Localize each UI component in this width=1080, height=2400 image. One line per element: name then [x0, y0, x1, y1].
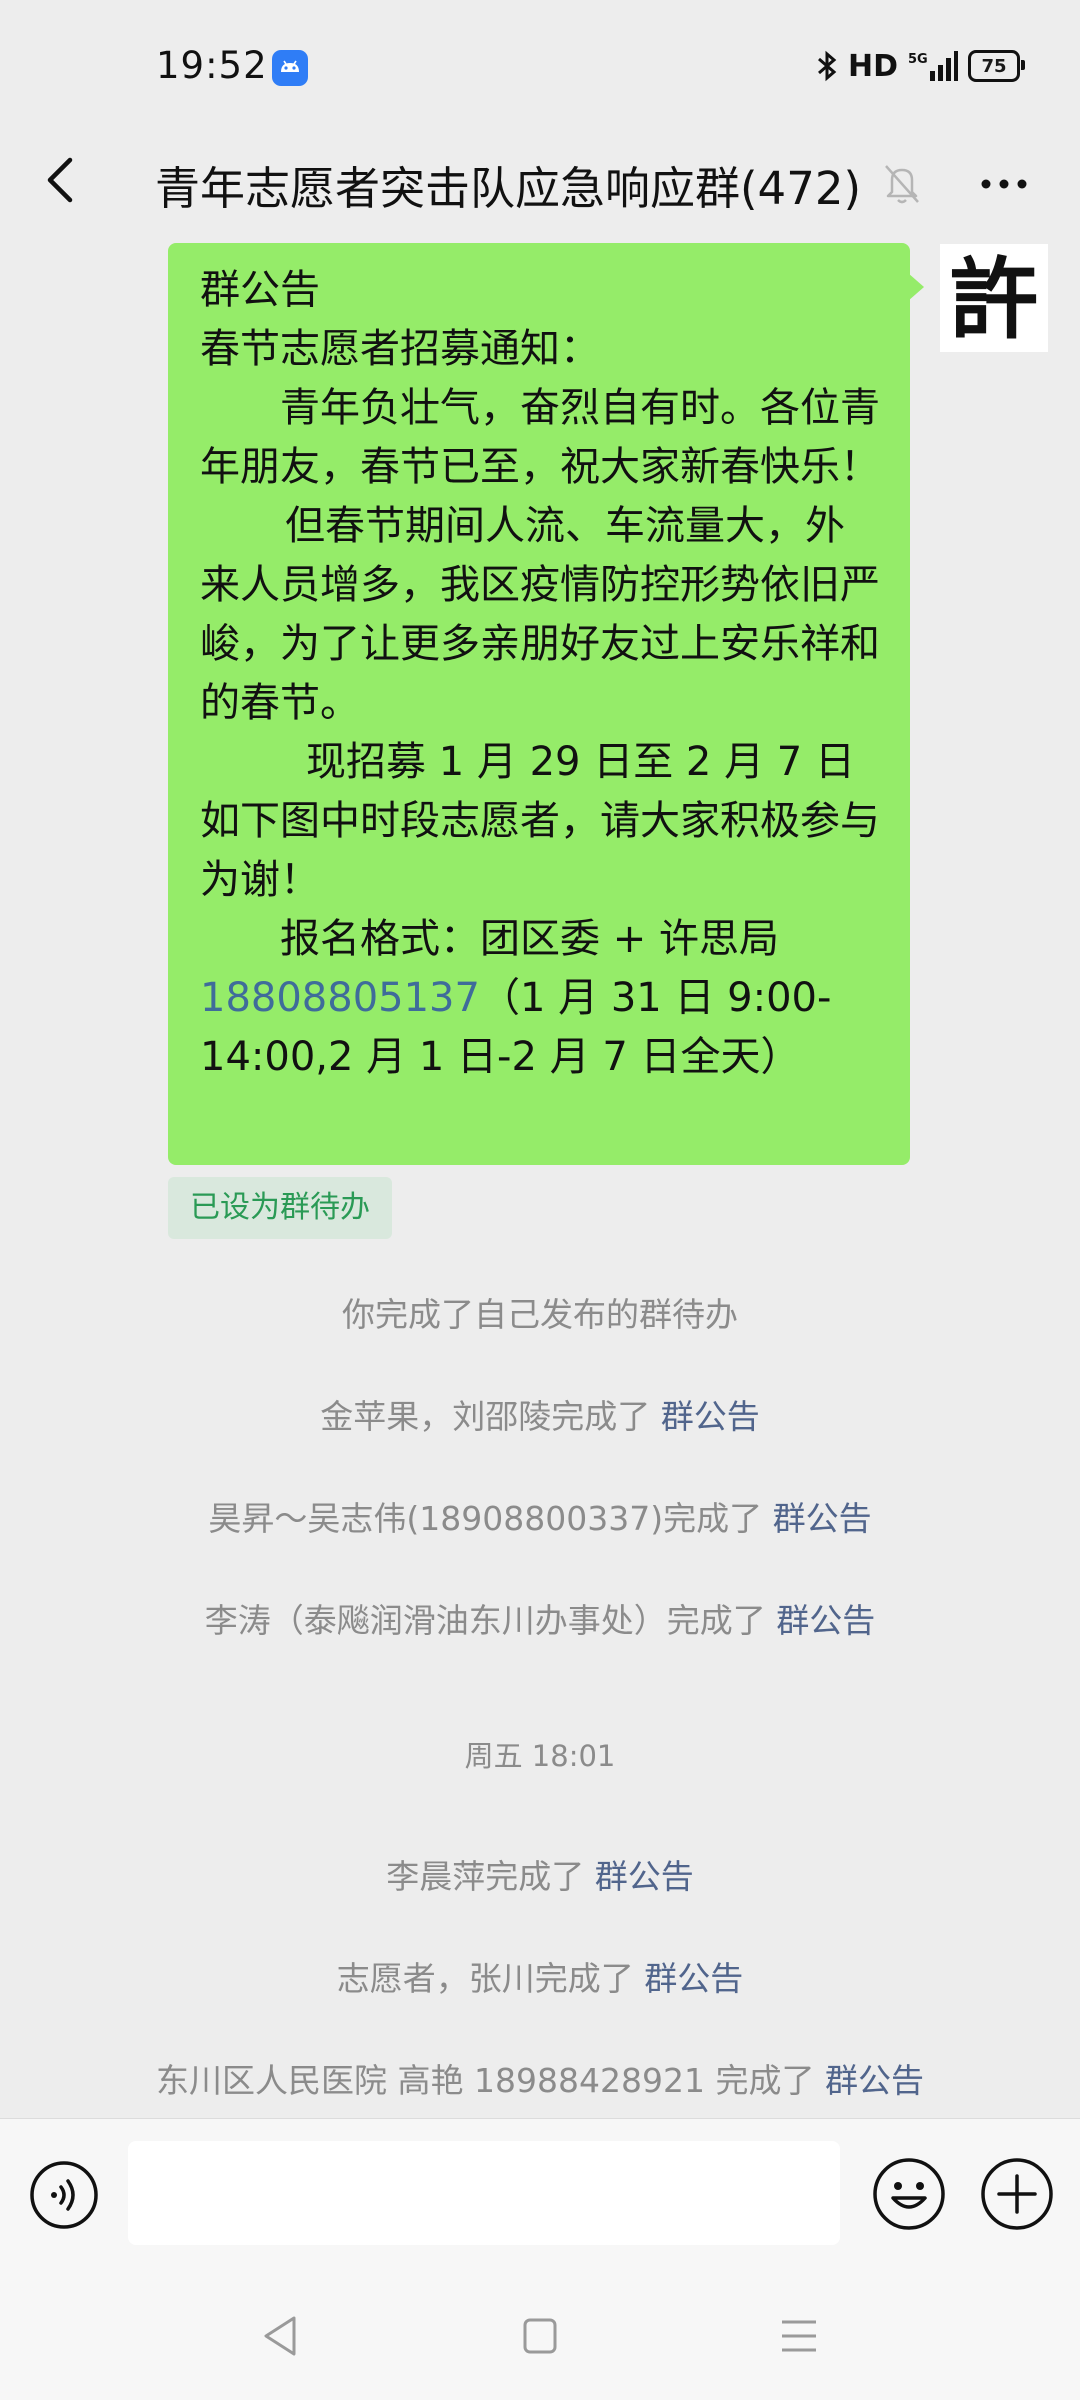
announcement-message-bubble[interactable]: 群公告 春节志愿者招募通知： 青年负壮气，奋烈自有时。各位青年朋友，春节已至，祝…: [168, 243, 924, 1165]
more-options-icon[interactable]: [974, 154, 1034, 214]
add-attachment-icon[interactable]: [979, 2156, 1055, 2232]
bubble-tail: [908, 273, 924, 301]
system-message: 李涛（泰飚润滑油东川办事处）完成了 群公告: [204, 1601, 876, 1640]
battery-level: 75: [981, 55, 1007, 77]
input-bar: [0, 2118, 1080, 2277]
announcement-link[interactable]: 群公告: [595, 1857, 694, 1896]
announcement-link[interactable]: 群公告: [773, 1499, 872, 1538]
system-message: 昊昇～吴志伟(18908800337)完成了 群公告: [208, 1499, 872, 1538]
announcement-paragraph: 青年负壮气，奋烈自有时。各位青年朋友，春节已至，祝大家新春快乐！: [200, 385, 880, 490]
announcement-paragraph: 报名格式：团区委 + 许思局 18808805137（1 月 31 日 9:00…: [200, 910, 882, 1087]
group-todo-tag[interactable]: 已设为群待办: [168, 1177, 392, 1239]
system-navigation-bar: [0, 2276, 1080, 2400]
system-message: 东川区人民医院 高艳 18988428921 完成了 群公告: [156, 2061, 924, 2100]
registration-format: 报名格式：团区委 + 许思局: [280, 916, 779, 962]
announcement-paragraph: 但春节期间人流、车流量大，外来人员增多，我区疫情防控形势依旧严峻，为了让更多亲朋…: [200, 503, 880, 726]
system-message: 金苹果，刘邵陵完成了 群公告: [320, 1397, 760, 1436]
app-notification-icon: [272, 50, 308, 86]
svg-text:5G: 5G: [908, 52, 928, 67]
chat-title: 青年志愿者突击队应急响应群(472): [155, 162, 862, 215]
announcement-subheading: 春节志愿者招募通知：: [200, 326, 600, 372]
system-message: 你完成了自己发布的群待办: [342, 1295, 738, 1334]
avatar-glyph: 許: [950, 247, 1038, 351]
announcement-link[interactable]: 群公告: [644, 1959, 743, 1998]
back-icon[interactable]: [32, 150, 92, 210]
bluetooth-icon: [818, 50, 837, 82]
phone-link[interactable]: 18808805137: [200, 975, 480, 1021]
mute-bell-icon: [885, 165, 919, 204]
battery-icon: 75: [968, 50, 1025, 82]
message-input[interactable]: [128, 2141, 840, 2245]
announcement-paragraph: 现招募 1 月 29 日至 2 月 7 日如下图中时段志愿者，请大家积极参与为谢…: [200, 739, 880, 903]
nav-home-icon[interactable]: [520, 2314, 560, 2358]
system-message: 李晨萍完成了 群公告: [386, 1857, 694, 1896]
network-label: HD: [847, 48, 898, 84]
message-timestamp: 周五 18:01: [464, 1739, 616, 1773]
signal-5g-icon: 5G: [908, 51, 958, 81]
status-indicators: HD 5G 75: [816, 46, 1025, 86]
announcement-link[interactable]: 群公告: [825, 2061, 924, 2100]
announcement-heading: 群公告: [200, 267, 320, 313]
voice-input-icon[interactable]: [28, 2159, 100, 2231]
nav-back-icon[interactable]: [260, 2314, 302, 2358]
avatar[interactable]: 許: [940, 244, 1048, 352]
system-message: 志愿者，张川完成了 群公告: [336, 1959, 744, 1998]
announcement-link[interactable]: 群公告: [776, 1601, 875, 1640]
emoji-icon[interactable]: [871, 2156, 947, 2232]
announcement-link[interactable]: 群公告: [661, 1397, 760, 1436]
nav-menu-icon[interactable]: [778, 2314, 820, 2358]
chat-header: 青年志愿者突击队应急响应群(472): [0, 130, 1080, 235]
status-time: 19:52: [156, 44, 268, 87]
status-bar: 19:52 HD 5G 75: [0, 0, 1080, 130]
